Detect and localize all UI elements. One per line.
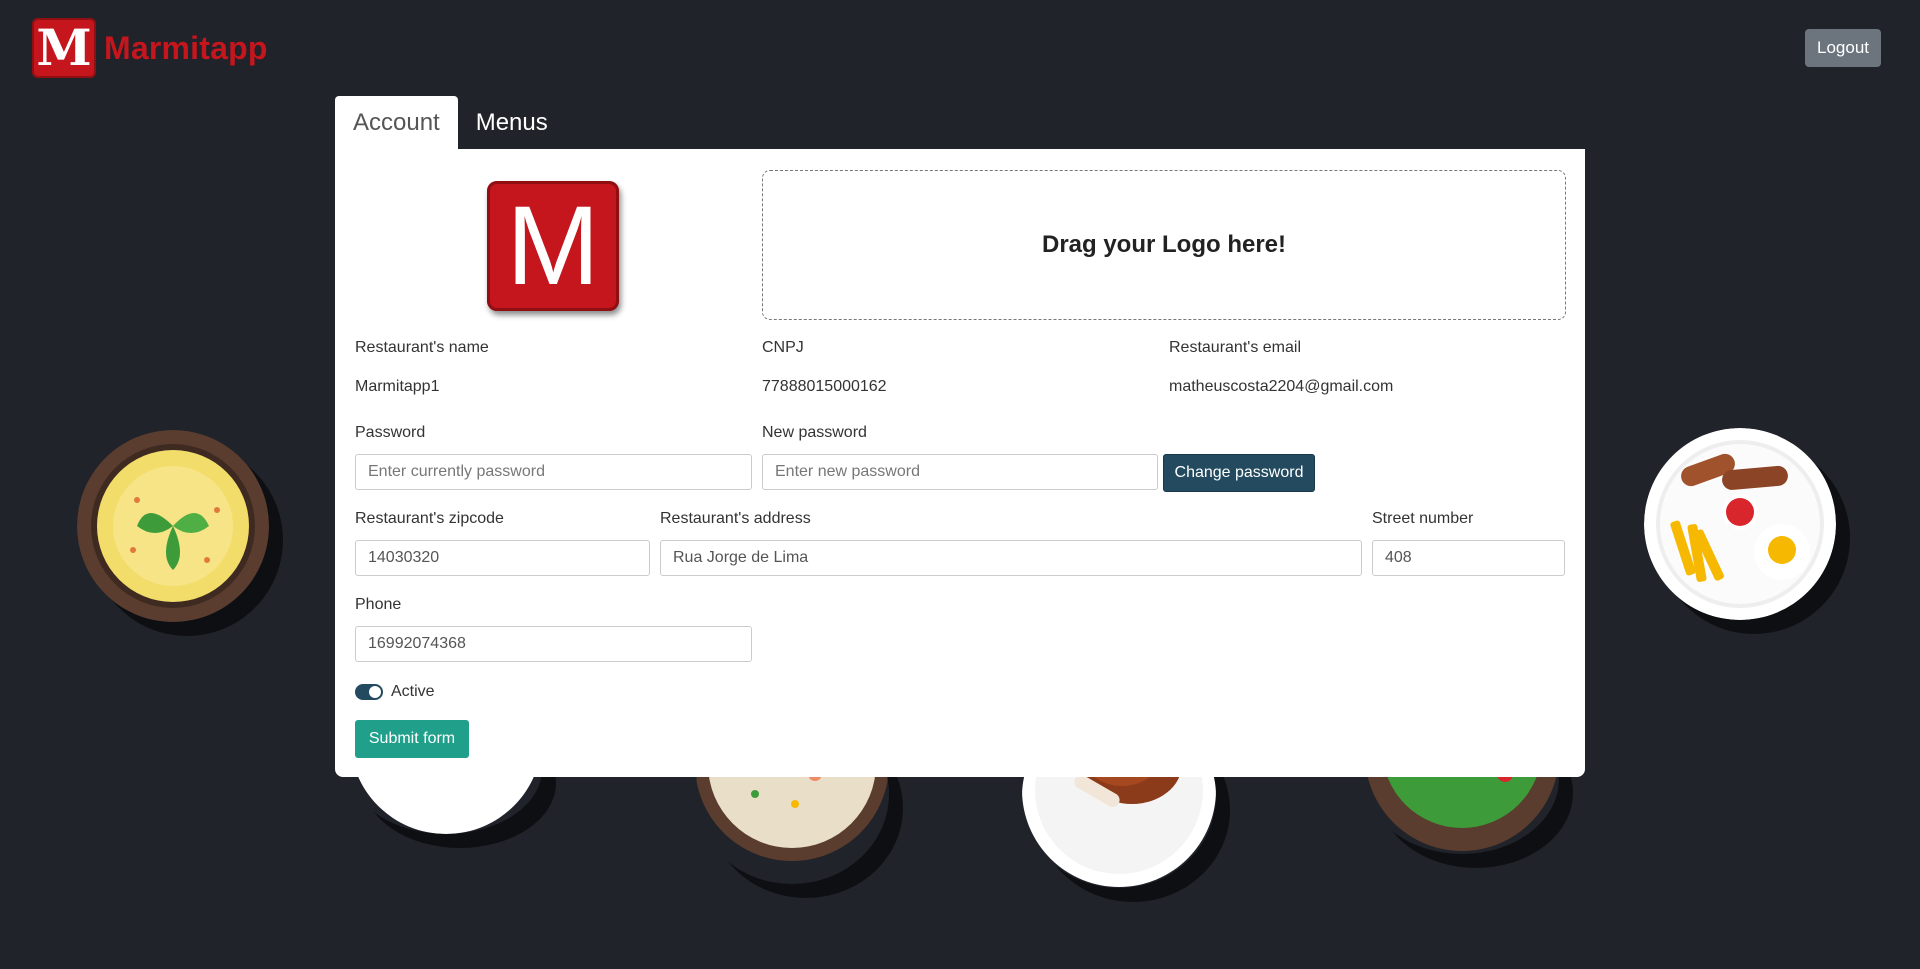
current-password-input[interactable]: [355, 454, 752, 490]
phone-label: Phone: [355, 596, 402, 613]
brand-name: Marmitapp: [104, 29, 268, 66]
active-label: Active: [391, 683, 435, 700]
logo-dropzone[interactable]: Drag your Logo here!: [762, 170, 1566, 320]
brand-logo-letter: M: [36, 18, 92, 77]
page: M Marmitapp Logout Account Menus M Drag …: [0, 0, 1920, 969]
restaurant-email-label: Restaurant's email: [1169, 339, 1301, 356]
password-label: Password: [355, 424, 426, 441]
cnpj-value: 77888015000162: [762, 378, 887, 395]
breakfast-plate-icon: [1644, 428, 1836, 620]
new-password-label: New password: [762, 424, 867, 441]
street-number-label: Street number: [1372, 510, 1474, 527]
address-input[interactable]: [660, 540, 1362, 576]
street-number-input[interactable]: [1372, 540, 1565, 576]
restaurant-name-label: Restaurant's name: [355, 339, 489, 356]
restaurant-logo-letter: M: [506, 183, 600, 308]
omelette-plate-icon: [77, 430, 269, 622]
restaurant-email-value: matheuscosta2204@gmail.com: [1169, 378, 1394, 395]
cnpj-label: CNPJ: [762, 339, 804, 356]
zipcode-input[interactable]: [355, 540, 650, 576]
dropzone-text: Drag your Logo here!: [1041, 231, 1287, 258]
active-toggle[interactable]: [355, 684, 383, 700]
tab-bar: Account Menus: [335, 96, 566, 149]
new-password-input[interactable]: [762, 454, 1158, 490]
toggle-knob: [369, 686, 381, 698]
restaurant-logo[interactable]: M: [487, 181, 619, 311]
address-label: Restaurant's address: [660, 510, 811, 527]
restaurant-name-value: Marmitapp1: [355, 378, 440, 395]
tab-account[interactable]: Account: [335, 96, 458, 149]
account-panel: M Drag your Logo here! Restaurant's name…: [335, 149, 1585, 777]
tab-menus[interactable]: Menus: [458, 96, 566, 149]
submit-form-button[interactable]: Submit form: [355, 720, 469, 758]
zipcode-label: Restaurant's zipcode: [355, 510, 504, 527]
brand[interactable]: M Marmitapp: [32, 18, 268, 78]
logout-button[interactable]: Logout: [1805, 29, 1881, 67]
phone-input[interactable]: [355, 626, 752, 662]
brand-logo-icon: M: [32, 18, 96, 78]
change-password-button[interactable]: Change password: [1163, 454, 1315, 492]
